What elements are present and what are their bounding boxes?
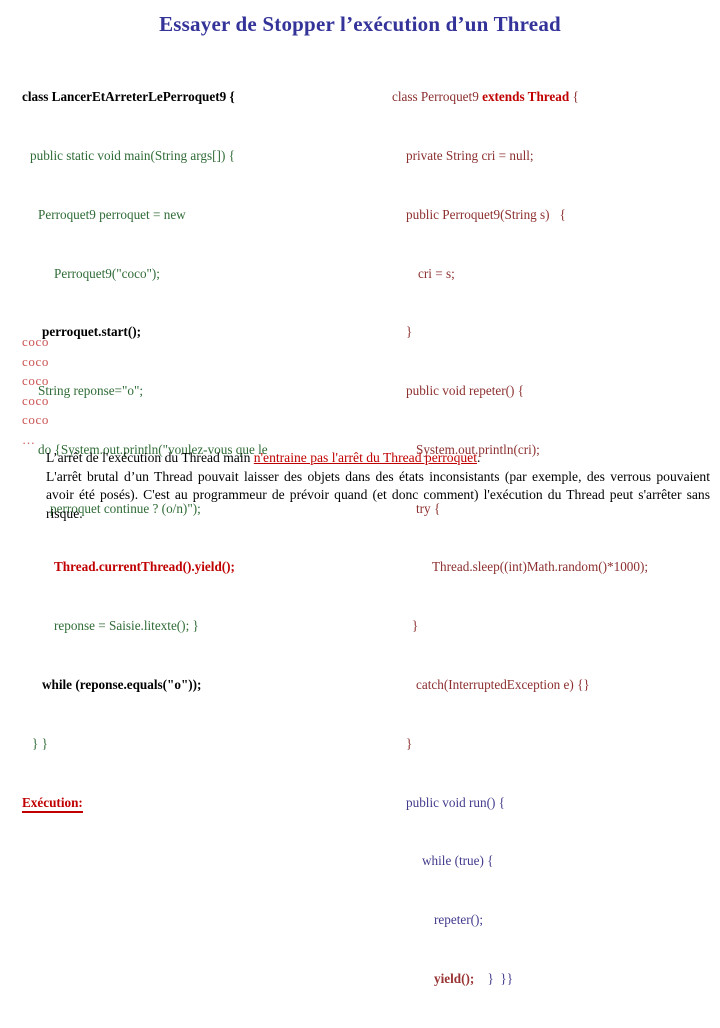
paragraph-1-highlight: n'entraine pas l'arrêt du Thread perroqu… (253, 450, 477, 465)
paragraph-1-lead: L’arrêt de l'exécution du Thread main (46, 450, 254, 465)
code-line: } } (32, 735, 48, 751)
explanatory-text: L’arrêt de l'exécution du Thread main n'… (46, 449, 710, 523)
paragraph-2: L'arrêt brutal d’un Thread pouvait laiss… (46, 468, 710, 521)
code-line: String reponse="o"; (38, 383, 144, 399)
output-line: coco (22, 373, 49, 389)
code-line: yield(); } }} (392, 969, 712, 989)
code-text: { (569, 89, 579, 105)
page-title: Essayer de Stopper l’exécution d’un Thre… (159, 12, 561, 36)
code-line: perroquet.start(); (42, 324, 141, 340)
code-line: public void repeter() { (406, 383, 525, 399)
code-line: catch(InterruptedException e) {} (416, 677, 590, 692)
code-line: Thread.sleep((int)Math.random()*1000); (432, 559, 649, 575)
code-line: reponse = Saisie.litexte(); } (54, 618, 199, 634)
execution-label: Exécution: (22, 795, 83, 813)
code-text: } }} (474, 970, 514, 986)
slide-canvas: Essayer de Stopper l’exécution d’un Thre… (0, 0, 720, 986)
program-output: coco coco coco coco coco … (22, 332, 49, 450)
code-line: cri = s; (418, 265, 455, 281)
code-line: Perroquet9 perroquet = new (38, 206, 186, 222)
code-line: public Perroquet9(String s) { (406, 206, 566, 222)
output-line: coco (22, 412, 49, 428)
paragraph-1-tail: . (476, 450, 481, 465)
output-line: coco (22, 392, 49, 408)
code-line: while (reponse.equals("o")); (42, 677, 202, 692)
code-line: class LancerEtArreterLePerroquet9 { (22, 89, 235, 105)
execution-label-row: Exécution: (22, 793, 372, 813)
code-keyword: yield(); (434, 970, 475, 986)
code-line: class Perroquet9 extends Thread { (392, 87, 712, 107)
code-line: public void run() { (406, 794, 505, 810)
code-line: } (406, 735, 413, 751)
right-code-block: class Perroquet9 extends Thread { privat… (392, 48, 712, 1028)
output-ellipsis: … (22, 431, 36, 447)
code-line-highlight: Thread.currentThread().yield(); (54, 559, 235, 575)
code-line: Perroquet9("coco"); (54, 265, 160, 281)
output-line: coco (22, 334, 49, 349)
code-line: private String cri = null; (406, 147, 534, 163)
code-line: repeter(); (434, 912, 484, 928)
code-text: class Perroquet9 (392, 89, 483, 105)
paragraph-1: L’arrêt de l'exécution du Thread main n'… (46, 449, 710, 468)
code-line: } (412, 618, 419, 634)
code-keyword: extends Thread (482, 89, 570, 105)
code-line: public static void main(String args[]) { (30, 147, 235, 163)
code-line: } (406, 324, 413, 340)
output-line: coco (22, 353, 49, 369)
code-line: while (true) { (422, 853, 494, 869)
